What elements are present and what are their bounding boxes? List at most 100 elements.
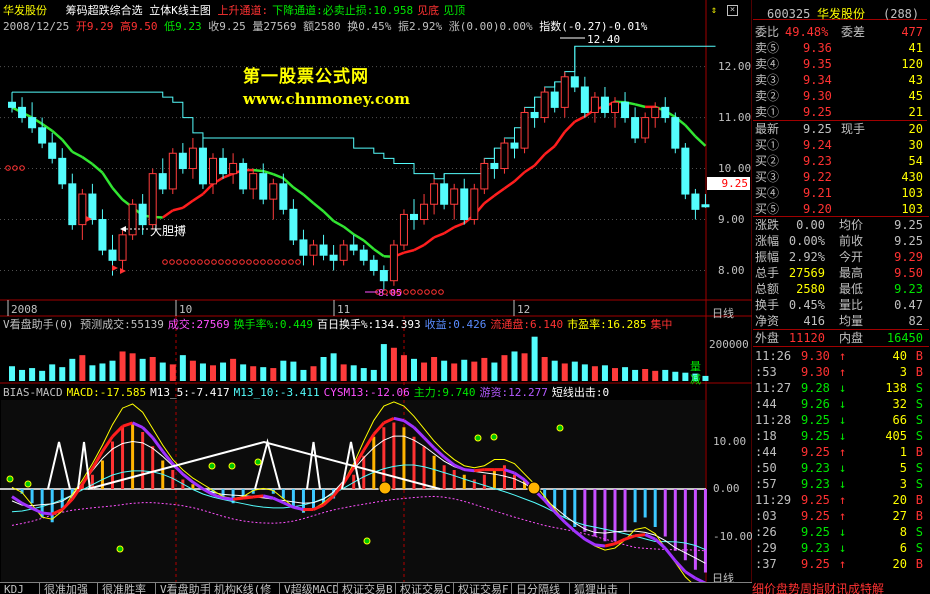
volume-bar xyxy=(390,347,397,381)
outer-disc-label: 外盘 xyxy=(755,331,780,345)
stat-value: 0.00 xyxy=(796,218,825,232)
stat-value: 27569 xyxy=(788,266,825,280)
indicator-tab[interactable]: 很准胜率 xyxy=(98,583,156,594)
candle-body xyxy=(128,203,137,236)
buy-row: 买⑤ 9.20 103 xyxy=(753,201,927,217)
candle-body xyxy=(18,106,27,119)
stat-label: 涨跌 xyxy=(755,218,780,232)
latest-row: 最新 9.25 现手 20 xyxy=(753,120,927,136)
trade-side: S xyxy=(915,525,923,539)
volume-bar xyxy=(119,351,126,381)
bottom-signal-marker xyxy=(260,259,266,265)
candle-body xyxy=(550,91,559,108)
arrow-up-icon: ↑ xyxy=(839,493,847,507)
ma-line-segment xyxy=(513,171,526,183)
period-label[interactable]: 日线 xyxy=(712,305,734,321)
volume-bar xyxy=(622,367,629,381)
volume-bar xyxy=(9,366,15,381)
stat-value: 9.23 xyxy=(894,282,923,296)
bottom-signal-marker xyxy=(190,259,196,265)
stat-value: 9.50 xyxy=(894,266,923,280)
indicator-tab[interactable]: 权证交易C xyxy=(396,583,454,594)
bottom-signal-marker xyxy=(274,259,280,265)
weicha-label: 委差 xyxy=(841,25,866,39)
trade-volume: 3 xyxy=(899,365,907,379)
indicator-tab[interactable]: 狐狸出击 xyxy=(570,583,630,594)
close-icon[interactable]: × xyxy=(727,5,738,16)
trade-row: 11:28 9.25 ↓ 66 S xyxy=(753,412,927,428)
signal-dot xyxy=(474,434,482,442)
volume-bar xyxy=(411,358,417,381)
volume-bar xyxy=(451,363,458,381)
volume-bar xyxy=(260,367,267,381)
indicator-tab[interactable]: 很准加强 xyxy=(40,583,98,594)
sell-row: 卖⑤ 9.36 41 xyxy=(753,40,927,56)
volume-bar xyxy=(69,358,76,381)
volume-bar xyxy=(380,344,387,381)
volume-bar xyxy=(521,353,528,381)
ma-line-segment xyxy=(342,225,355,236)
trade-time: :44 xyxy=(755,445,777,459)
volume-bar xyxy=(159,362,166,381)
bottom-signal-marker xyxy=(176,259,182,265)
candle-body xyxy=(379,270,388,282)
trade-time: :50 xyxy=(755,461,777,475)
indicator-tab[interactable]: 机构K线(修 xyxy=(210,583,280,594)
month-axis-label: 2008 xyxy=(11,303,38,316)
trade-side: B xyxy=(915,365,923,379)
ma-line-segment xyxy=(111,187,124,201)
candle-body xyxy=(239,162,248,190)
sell-level-label: 卖⑤ xyxy=(755,41,780,55)
volume-bar xyxy=(199,363,206,381)
candle-body xyxy=(480,162,489,190)
stat-value: 0.45% xyxy=(788,298,825,312)
bottom-signal-marker xyxy=(417,289,423,295)
stat-label: 换手 xyxy=(755,298,780,312)
indicator-tab[interactable]: 日分隔线 xyxy=(512,583,570,594)
latest-value: 9.25 xyxy=(803,122,832,136)
macd-info-item: MACD:-17.585 xyxy=(66,386,147,399)
arrow-down-icon: ↓ xyxy=(839,525,847,539)
volume-bar xyxy=(340,364,347,381)
volume-bar xyxy=(652,370,659,381)
trade-row: :37 9.25 ↑ 20 B xyxy=(753,556,927,572)
indicator-tab[interactable]: 权证交易B xyxy=(338,583,396,594)
candle-body xyxy=(168,152,177,190)
volume-bar xyxy=(551,360,558,381)
stat-row: 总手 27569 最高 9.50 xyxy=(753,265,927,281)
scroll-icon[interactable]: ⇕ xyxy=(711,6,721,16)
indicator-tab[interactable]: 权证交易F xyxy=(454,583,512,594)
indicator-tab[interactable]: KDJ xyxy=(0,583,40,594)
candle-body xyxy=(530,111,539,119)
stat-label: 总手 xyxy=(755,266,780,280)
indicator-tab[interactable]: V看盘助手 xyxy=(156,583,210,594)
volume-info-item: 百日换手%:134.393 xyxy=(316,318,421,331)
quote-tab-bar[interactable]: 细价盘势周指财讯成特解 xyxy=(752,580,930,594)
bottom-signal-marker xyxy=(267,259,273,265)
trade-time: :03 xyxy=(755,509,777,523)
ma-line-segment xyxy=(302,193,315,205)
inner-disc-value: 16450 xyxy=(886,331,923,345)
stat-row: 涨跌 0.00 均价 9.25 xyxy=(753,217,927,233)
volume-bar xyxy=(109,360,116,381)
candle-body xyxy=(88,193,97,221)
volume-axis-label: 200000 xyxy=(709,338,749,351)
candle-body xyxy=(309,244,318,256)
macd-axis-tick: -10.00 xyxy=(713,529,753,543)
trade-row: 11:29 9.25 ↑ 20 B xyxy=(753,492,927,508)
volume-bar xyxy=(360,368,367,381)
trade-time: :26 xyxy=(755,525,777,539)
trade-row: :53 9.30 ↑ 3 B xyxy=(753,364,927,380)
trade-row: :03 9.25 ↑ 27 B xyxy=(753,508,927,524)
chart-area[interactable] xyxy=(0,0,752,582)
main-force-segment xyxy=(594,543,606,548)
volume-bar xyxy=(240,364,247,381)
stat-value: 416 xyxy=(803,314,825,328)
stat-value: 9.29 xyxy=(894,250,923,264)
indicator-tab[interactable]: V超级MACD xyxy=(280,583,338,594)
stat-row: 净资 416 均量 82 xyxy=(753,313,927,329)
stat-label: 最低 xyxy=(839,282,864,296)
bottom-signal-marker xyxy=(12,165,18,171)
ma-line-segment xyxy=(694,135,707,147)
arrow-down-icon: ↓ xyxy=(839,381,847,395)
